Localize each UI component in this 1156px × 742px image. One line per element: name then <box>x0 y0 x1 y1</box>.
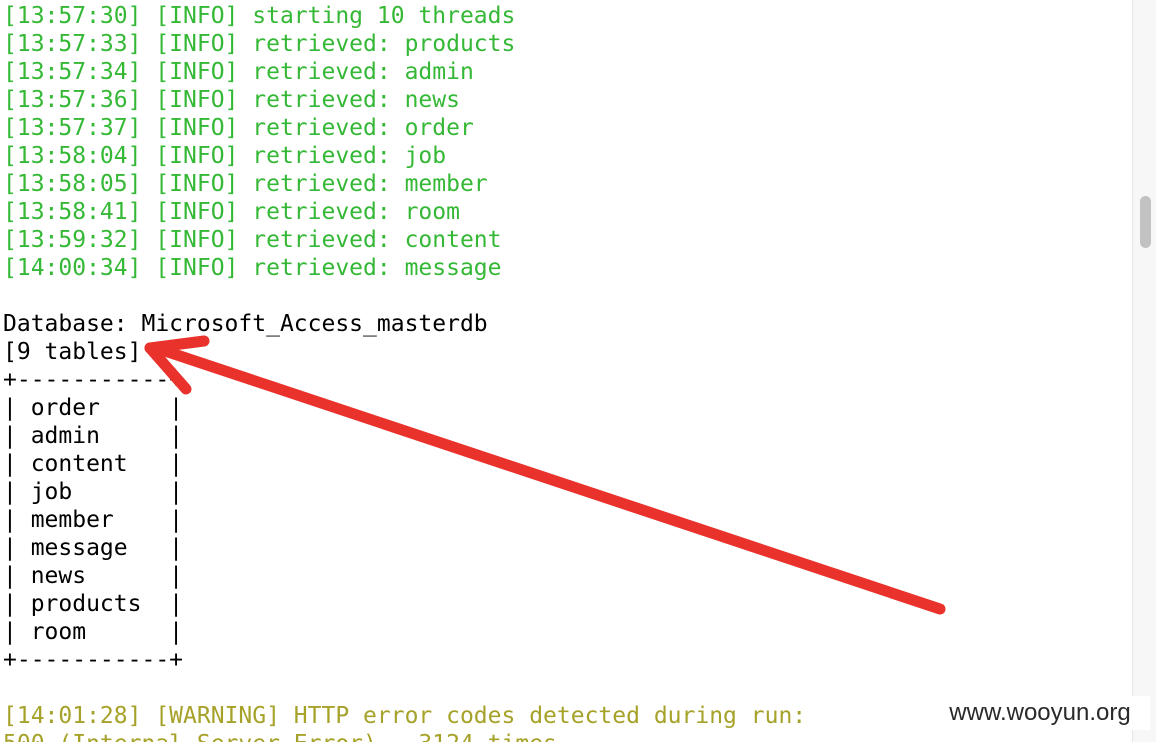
log-line-info: [13:57:30] [INFO] starting 10 threads <box>3 3 516 29</box>
vertical-scrollbar[interactable] <box>1132 0 1156 742</box>
database-name-line: Database: Microsoft_Access_masterdb <box>3 311 488 337</box>
table-row: | member | <box>3 507 184 533</box>
watermark-text: www.wooyun.org <box>930 696 1150 730</box>
log-line-info: [13:58:05] [INFO] retrieved: member <box>3 171 488 197</box>
log-line-info: [13:57:37] [INFO] retrieved: order <box>3 115 474 141</box>
table-row: | products | <box>3 591 184 617</box>
log-line-info: [13:57:36] [INFO] retrieved: news <box>3 87 460 113</box>
log-line-info: [13:58:41] [INFO] retrieved: room <box>3 199 460 225</box>
log-line-info: [13:57:34] [INFO] retrieved: admin <box>3 59 474 85</box>
log-line-warning: [14:01:28] [WARNING] HTTP error codes de… <box>3 703 807 729</box>
table-row: | message | <box>3 535 184 561</box>
table-row: | job | <box>3 479 184 505</box>
terminal-window[interactable]: [13:57:30] [INFO] starting 10 threads [1… <box>0 0 1132 742</box>
table-row: | room | <box>3 619 184 645</box>
log-line-warning: 500 (Internal Server Error) - 3124 times <box>3 730 557 742</box>
table-count-line: [9 tables] <box>3 339 142 365</box>
table-row: | news | <box>3 563 184 589</box>
log-line-info: [13:59:32] [INFO] retrieved: content <box>3 227 502 253</box>
table-border-top: +-----------+ <box>3 367 184 393</box>
scrollbar-thumb[interactable] <box>1140 196 1151 248</box>
log-line-info: [13:57:33] [INFO] retrieved: products <box>3 31 516 57</box>
table-row: | content | <box>3 451 184 477</box>
log-line-info: [13:58:04] [INFO] retrieved: job <box>3 143 447 169</box>
table-row: | order | <box>3 395 184 421</box>
log-line-info: [14:00:34] [INFO] retrieved: message <box>3 255 502 281</box>
table-border-bottom: +-----------+ <box>3 647 184 673</box>
table-row: | admin | <box>3 423 184 449</box>
